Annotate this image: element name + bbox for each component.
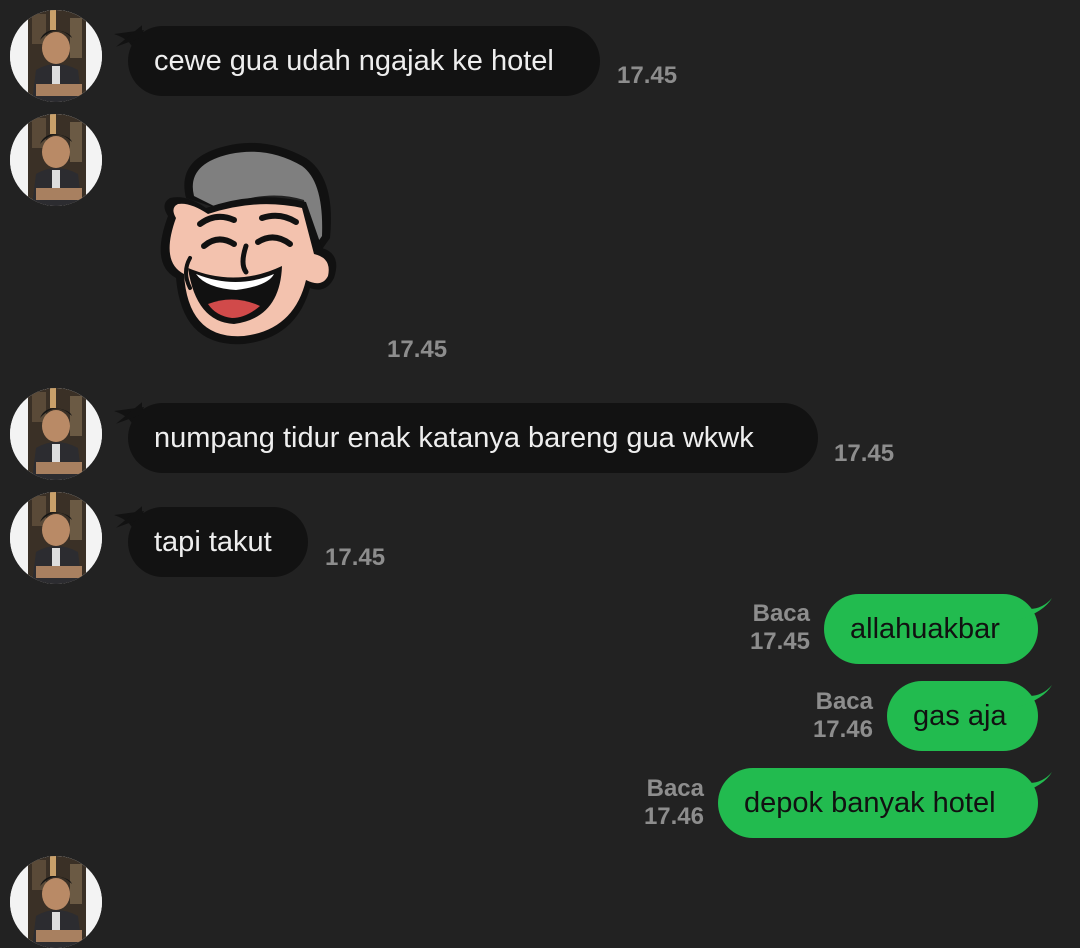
message-text: tapi takut: [154, 525, 272, 558]
outgoing-message[interactable]: depok banyak hotel: [718, 768, 1038, 838]
message-text: gas aja: [913, 699, 1007, 732]
incoming-message[interactable]: numpang tidur enak katanya bareng gua wk…: [128, 403, 818, 473]
incoming-message[interactable]: cewe gua udah ngajak ke hotel: [128, 26, 600, 96]
sender-avatar[interactable]: [10, 856, 102, 948]
read-receipt: Baca 17.46: [783, 688, 873, 744]
outgoing-message[interactable]: allahuakbar: [824, 594, 1038, 664]
message-time: 17.45: [749, 628, 810, 655]
message-time: 17.45: [834, 440, 895, 467]
message-time: 17.46: [812, 716, 873, 743]
incoming-message[interactable]: tapi takut: [128, 507, 308, 577]
sender-avatar[interactable]: [10, 10, 102, 102]
bubble-tail: [1018, 685, 1052, 707]
read-status: Baca: [646, 775, 704, 802]
read-status: Baca: [752, 600, 810, 627]
message-text: numpang tidur enak katanya bareng gua wk…: [154, 421, 754, 454]
message-time: 17.46: [643, 803, 704, 830]
message-text: allahuakbar: [850, 612, 1000, 645]
outgoing-message[interactable]: gas aja: [887, 681, 1038, 751]
message-text: depok banyak hotel: [744, 786, 996, 819]
message-text: cewe gua udah ngajak ke hotel: [154, 44, 554, 77]
bubble-tail: [1018, 598, 1052, 620]
message-time: 17.45: [617, 62, 678, 89]
sender-avatar[interactable]: [10, 492, 102, 584]
message-time: 17.45: [387, 336, 448, 363]
sender-avatar[interactable]: [10, 388, 102, 480]
sender-avatar[interactable]: [10, 114, 102, 206]
read-receipt: Baca 17.45: [720, 600, 810, 656]
message-time: 17.45: [325, 544, 386, 571]
laughing-man-sticker[interactable]: [146, 138, 342, 350]
read-receipt: Baca 17.46: [614, 775, 704, 831]
bubble-tail: [1018, 772, 1052, 794]
read-status: Baca: [815, 688, 873, 715]
